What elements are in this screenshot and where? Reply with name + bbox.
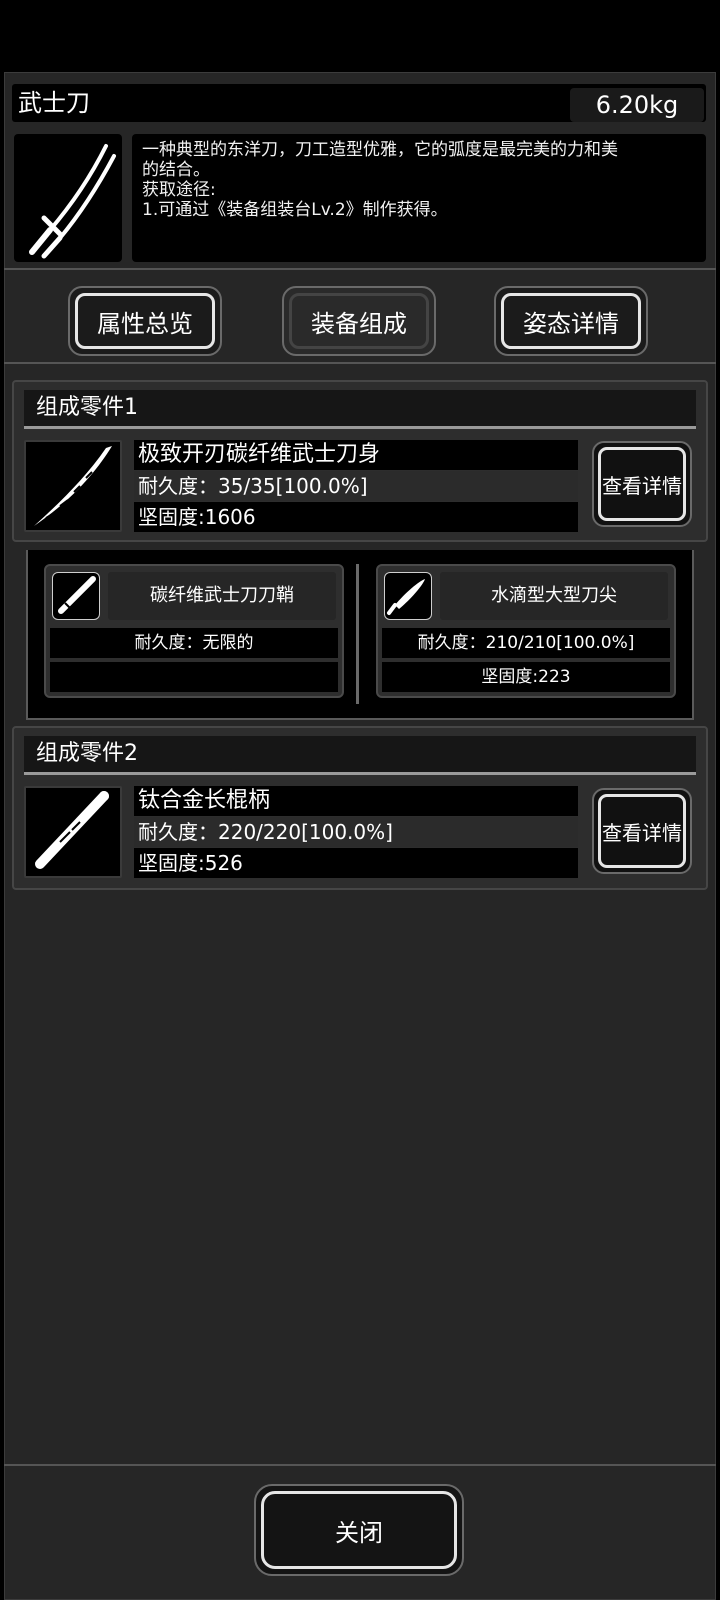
description-line: 一种典型的东洋刀，刀工造型优雅，它的弧度是最完美的力和美 (142, 140, 618, 160)
part-icon-frame (24, 786, 122, 878)
tab-stance-label: 姿态详情 (523, 309, 619, 338)
header-divider (4, 268, 716, 270)
subpart-icon-frame (384, 572, 432, 620)
subpart-toughness: 坚固度:223 (382, 662, 670, 692)
tabs-divider (4, 362, 716, 364)
part-icon-frame (24, 440, 122, 532)
part-durability: 耐久度：35/35[100.0%] (134, 471, 578, 501)
description-line: 1.可通过《装备组装台Lv.2》制作获得。 (142, 200, 448, 220)
part-name: 极致开刃碳纤维武士刀身 (134, 440, 578, 470)
description-line: 获取途径: (142, 180, 216, 200)
subpart-toughness (50, 662, 338, 692)
close-button[interactable]: 关闭 (254, 1484, 464, 1576)
scabbard-icon (58, 576, 96, 614)
blade-icon (34, 446, 112, 526)
description-line: 的结合。 (142, 160, 210, 180)
tab-overview[interactable]: 属性总览 (68, 286, 222, 356)
tab-overview-label: 属性总览 (97, 309, 193, 338)
detail-button-label: 查看详情 (602, 820, 682, 845)
header-underline (24, 426, 696, 429)
subpart-icon-frame (52, 572, 100, 620)
handle-icon (35, 791, 109, 869)
tab-composition[interactable]: 装备组成 (282, 286, 436, 356)
subpart-name: 水滴型大型刀尖 (440, 572, 668, 620)
subpart-durability: 耐久度：210/210[100.0%] (382, 628, 670, 658)
header-underline (24, 772, 696, 775)
part-toughness: 坚固度:1606 (134, 502, 578, 532)
part-name: 钛合金长棍柄 (134, 786, 578, 816)
close-button-label: 关闭 (335, 1518, 383, 1547)
tab-composition-label: 装备组成 (311, 309, 407, 338)
footer-divider (4, 1464, 716, 1466)
item-icon-frame (14, 134, 122, 262)
part-detail-button[interactable]: 查看详情 (592, 441, 692, 527)
part-detail-button[interactable]: 查看详情 (592, 788, 692, 874)
tab-stance[interactable]: 姿态详情 (494, 286, 648, 356)
subparts-divider (356, 564, 359, 704)
detail-button-label: 查看详情 (602, 473, 682, 498)
item-name: 武士刀 (18, 89, 90, 117)
part-toughness: 坚固度:526 (134, 848, 578, 878)
item-description: 一种典型的东洋刀，刀工造型优雅，它的弧度是最完美的力和美 的结合。 获取途径: … (132, 134, 706, 262)
part-header: 组成零件1 (24, 390, 696, 426)
part-durability: 耐久度：220/220[100.0%] (134, 817, 578, 847)
blade-tip-icon (387, 579, 425, 615)
item-weight: 6.20kg (570, 88, 704, 122)
subpart-name: 碳纤维武士刀刀鞘 (108, 572, 336, 620)
part-header: 组成零件2 (24, 736, 696, 772)
subpart-durability: 耐久度：无限的 (50, 628, 338, 658)
katana-icon (29, 144, 116, 259)
